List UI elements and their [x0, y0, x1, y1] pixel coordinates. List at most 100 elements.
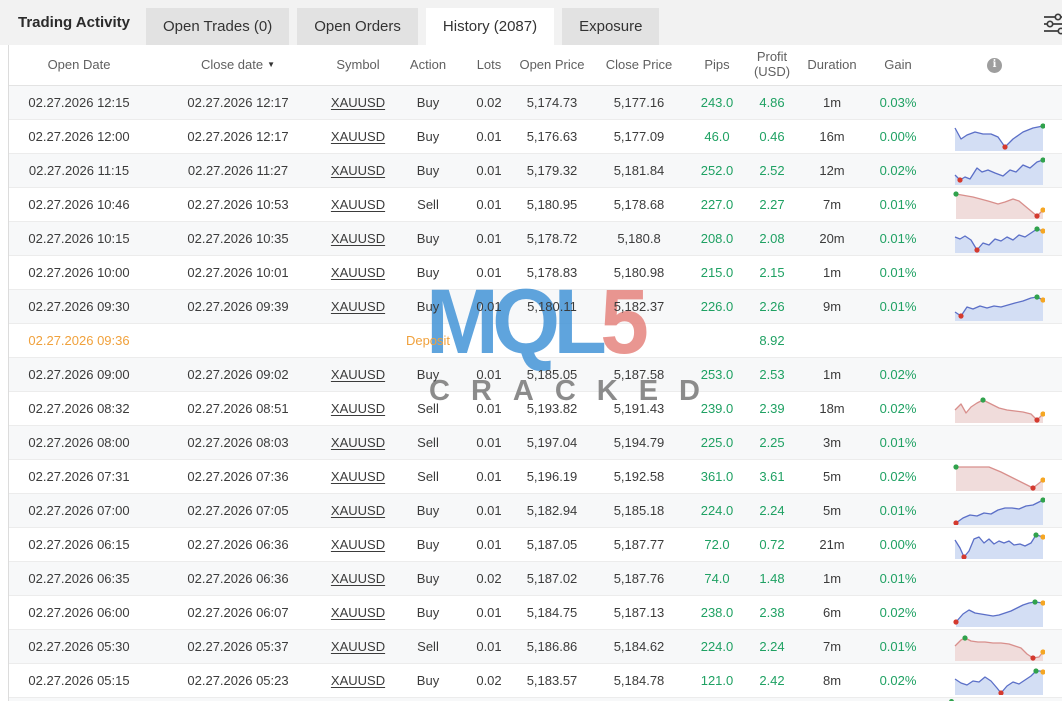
cell-duration: 12m [795, 154, 869, 187]
cell-close-price: 5,187.58 [593, 358, 685, 391]
cell-duration: 1m [795, 562, 869, 595]
column-header-profit: Profit(USD) [749, 50, 795, 80]
cell-symbol[interactable]: XAUUSD [327, 86, 389, 119]
cell-profit: 2.27 [749, 188, 795, 221]
tab-open-trades[interactable]: Open Trades (0) [146, 8, 289, 45]
cell-profit: 4.86 [749, 86, 795, 119]
cell-symbol[interactable]: XAUUSD [327, 358, 389, 391]
cell-duration: 20m [795, 222, 869, 255]
cell-gain: 0.01% [869, 562, 927, 595]
cell-profit: 0.72 [749, 528, 795, 561]
cell-gain: 0.01% [869, 256, 927, 289]
cell-profit: 8.92 [749, 324, 795, 357]
cell-close-date: 02.27.2026 08:03 [149, 426, 327, 459]
cell-symbol[interactable]: XAUUSD [327, 426, 389, 459]
cell-symbol[interactable]: XAUUSD [327, 460, 389, 493]
table-row: 02.27.2026 10:1502.27.2026 10:35XAUUSDBu… [9, 222, 1062, 256]
trade-sparkline [953, 463, 1045, 491]
trade-sparkline [953, 395, 1045, 423]
symbol-link[interactable]: XAUUSD [331, 571, 385, 586]
cell-symbol[interactable]: XAUUSD [327, 630, 389, 663]
symbol-link[interactable]: XAUUSD [331, 95, 385, 110]
cell-symbol[interactable]: XAUUSD [327, 528, 389, 561]
cell-action: Sell [389, 460, 467, 493]
tab-history[interactable]: History (2087) [426, 8, 554, 45]
trade-sparkline [953, 531, 1045, 559]
trade-sparkline [953, 599, 1045, 627]
cell-chart [927, 460, 1062, 493]
cell-symbol[interactable]: XAUUSD [327, 256, 389, 289]
trade-sparkline [953, 497, 1045, 525]
cell-action: Buy [389, 222, 467, 255]
cell-duration: 5m [795, 494, 869, 527]
cell-pips: 46.0 [685, 120, 749, 153]
symbol-link[interactable]: XAUUSD [331, 265, 385, 280]
column-header-open_price: Open Price [511, 58, 593, 73]
cell-pips: 72.0 [685, 528, 749, 561]
symbol-link[interactable]: XAUUSD [331, 503, 385, 518]
symbol-link[interactable]: XAUUSD [331, 129, 385, 144]
cell-open-price: 5,197.04 [511, 426, 593, 459]
symbol-link[interactable]: XAUUSD [331, 435, 385, 450]
column-header-duration: Duration [795, 58, 869, 73]
symbol-link[interactable]: XAUUSD [331, 231, 385, 246]
trade-sparkline [953, 293, 1045, 321]
tab-open-orders[interactable]: Open Orders [297, 8, 418, 45]
cell-pips: 238.0 [685, 596, 749, 629]
cell-close-date: 02.27.2026 12:17 [149, 86, 327, 119]
cell-pips: 226.0 [685, 290, 749, 323]
cell-lots: 0.01 [467, 256, 511, 289]
page-title: Trading Activity [18, 14, 130, 31]
cell-symbol[interactable]: XAUUSD [327, 596, 389, 629]
cell-symbol[interactable]: XAUUSD [327, 392, 389, 425]
cell-action: Buy [389, 86, 467, 119]
cell-chart [927, 222, 1062, 255]
cell-gain: 0.01% [869, 630, 927, 663]
symbol-link[interactable]: XAUUSD [331, 469, 385, 484]
cell-open-price: 5,180.95 [511, 188, 593, 221]
cell-close-date: 02.27.2026 05:23 [149, 664, 327, 697]
symbol-link[interactable]: XAUUSD [331, 639, 385, 654]
tab-exposure[interactable]: Exposure [562, 8, 659, 45]
cell-profit: 2.39 [749, 392, 795, 425]
cell-open-date: 02.27.2026 06:15 [9, 528, 149, 561]
cell-lots: 0.01 [467, 528, 511, 561]
symbol-link[interactable]: XAUUSD [331, 605, 385, 620]
cell-gain: 0.01% [869, 222, 927, 255]
cell-symbol[interactable]: XAUUSD [327, 562, 389, 595]
column-header-lots: Lots [467, 58, 511, 73]
symbol-link[interactable]: XAUUSD [331, 299, 385, 314]
tune-sliders-icon[interactable] [1043, 13, 1062, 35]
info-icon[interactable]: i [987, 58, 1002, 73]
table-row: 02.27.2026 08:3202.27.2026 08:51XAUUSDSe… [9, 392, 1062, 426]
column-header-close_date[interactable]: Close date▼ [149, 58, 327, 73]
cell-symbol[interactable]: XAUUSD [327, 664, 389, 697]
cell-pips: 252.0 [685, 154, 749, 187]
cell-profit: 2.25 [749, 426, 795, 459]
table-row: 02.27.2026 11:1502.27.2026 11:27XAUUSDBu… [9, 154, 1062, 188]
cell-symbol[interactable]: XAUUSD [327, 188, 389, 221]
symbol-link[interactable]: XAUUSD [331, 197, 385, 212]
symbol-link[interactable]: XAUUSD [331, 537, 385, 552]
symbol-link[interactable]: XAUUSD [331, 401, 385, 416]
symbol-link[interactable]: XAUUSD [331, 673, 385, 688]
symbol-link[interactable]: XAUUSD [331, 367, 385, 382]
cell-open-price: 5,183.57 [511, 664, 593, 697]
cell-profit: 3.61 [749, 460, 795, 493]
symbol-link[interactable]: XAUUSD [331, 163, 385, 178]
table-row: 02.27.2026 07:3102.27.2026 07:36XAUUSDSe… [9, 460, 1062, 494]
cell-chart [927, 120, 1062, 153]
cell-open-price: 5,174.73 [511, 86, 593, 119]
cell-symbol[interactable]: XAUUSD [327, 222, 389, 255]
cell-symbol[interactable]: XAUUSD [327, 290, 389, 323]
cell-symbol[interactable]: XAUUSD [327, 120, 389, 153]
cell-symbol[interactable]: XAUUSD [327, 494, 389, 527]
cell-close-price: 5,187.77 [593, 528, 685, 561]
cell-open-date: 02.27.2026 05:15 [9, 664, 149, 697]
cell-profit: 2.24 [749, 630, 795, 663]
cell-symbol[interactable]: XAUUSD [327, 154, 389, 187]
cell-open-date: 02.27.2026 10:15 [9, 222, 149, 255]
cell-close-date: 02.27.2026 06:36 [149, 562, 327, 595]
cell-lots: 0.02 [467, 664, 511, 697]
cell-lots: 0.01 [467, 596, 511, 629]
